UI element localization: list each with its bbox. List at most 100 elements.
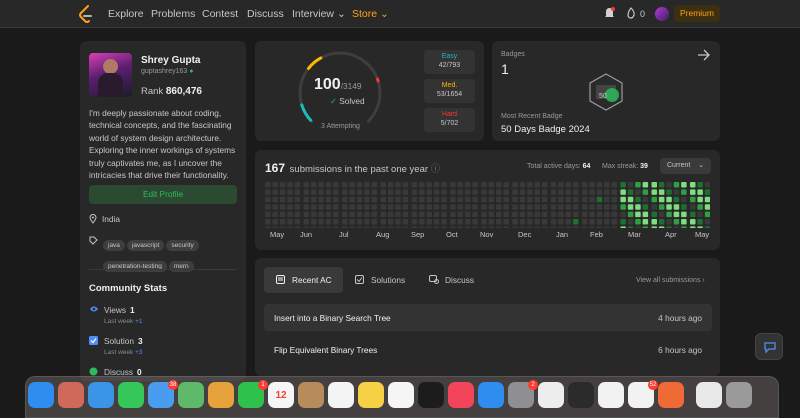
heatmap-cell[interactable] xyxy=(519,211,526,218)
heatmap-cell[interactable] xyxy=(573,189,579,195)
dock-app-trash[interactable] xyxy=(726,382,752,408)
heatmap-cell[interactable] xyxy=(349,182,355,188)
heatmap-cell[interactable] xyxy=(364,226,370,228)
heatmap-cell[interactable] xyxy=(596,211,603,218)
heatmap-cell[interactable] xyxy=(395,182,401,188)
heatmap-cell[interactable] xyxy=(356,204,363,210)
heatmap-cell[interactable] xyxy=(642,211,649,218)
heatmap-cell[interactable] xyxy=(287,211,293,218)
heatmap-cell[interactable] xyxy=(303,196,310,203)
nav-explore[interactable]: Explore xyxy=(108,8,144,20)
heatmap-cell[interactable] xyxy=(496,211,502,218)
heatmap-cell[interactable] xyxy=(287,204,293,210)
heatmap-cell[interactable] xyxy=(565,219,572,225)
heatmap-cell[interactable] xyxy=(395,219,401,225)
heatmap-cell[interactable] xyxy=(527,182,533,188)
heatmap-cell[interactable] xyxy=(658,204,665,210)
heatmap-cell[interactable] xyxy=(673,196,680,203)
heatmap-cell[interactable] xyxy=(519,189,526,195)
heatmap-cell[interactable] xyxy=(294,211,301,218)
heatmap-cell[interactable] xyxy=(658,226,665,228)
heatmap-cell[interactable] xyxy=(503,211,509,218)
heatmap-cell[interactable] xyxy=(303,211,310,218)
heatmap-cell[interactable] xyxy=(333,219,339,225)
heatmap-cell[interactable] xyxy=(512,226,518,228)
heatmap-cell[interactable] xyxy=(534,226,541,228)
heatmap-cell[interactable] xyxy=(627,189,634,195)
heatmap-cell[interactable] xyxy=(620,204,626,210)
heatmap-cell[interactable] xyxy=(356,196,363,203)
heatmap-cell[interactable] xyxy=(472,211,478,218)
heatmap-cell[interactable] xyxy=(611,189,618,195)
heatmap-cell[interactable] xyxy=(380,219,387,225)
heatmap-cell[interactable] xyxy=(464,204,471,210)
heatmap-cell[interactable] xyxy=(349,189,355,195)
heatmap-cell[interactable] xyxy=(481,204,487,210)
heatmap-cell[interactable] xyxy=(503,196,509,203)
heatmap-cell[interactable] xyxy=(481,189,487,195)
heatmap-cell[interactable] xyxy=(333,204,339,210)
nav-discuss[interactable]: Discuss xyxy=(247,8,284,20)
heatmap-cell[interactable] xyxy=(433,182,440,188)
heatmap-cell[interactable] xyxy=(565,226,572,228)
heatmap-cell[interactable] xyxy=(642,182,649,188)
heatmap-cell[interactable] xyxy=(558,196,564,203)
heatmap-cell[interactable] xyxy=(364,211,370,218)
heatmap-cell[interactable] xyxy=(690,219,696,225)
heatmap-cell[interactable] xyxy=(604,182,610,188)
heatmap-cell[interactable] xyxy=(589,219,595,225)
heatmap-cell[interactable] xyxy=(666,219,672,225)
heatmap-cell[interactable] xyxy=(534,211,541,218)
heatmap-cell[interactable] xyxy=(581,182,588,188)
heatmap-cell[interactable] xyxy=(371,211,378,218)
heatmap-cell[interactable] xyxy=(279,226,286,228)
heatmap-cell[interactable] xyxy=(457,226,464,228)
heatmap-cell[interactable] xyxy=(627,196,634,203)
heatmap-cell[interactable] xyxy=(380,211,387,218)
heatmap-cell[interactable] xyxy=(611,196,618,203)
heatmap-cell[interactable] xyxy=(294,204,301,210)
tab-recent-ac[interactable]: Recent AC xyxy=(264,267,343,293)
heatmap-cell[interactable] xyxy=(681,211,687,218)
heatmap-cell[interactable] xyxy=(265,189,271,195)
heatmap-cell[interactable] xyxy=(611,182,618,188)
heatmap-cell[interactable] xyxy=(419,219,425,225)
heatmap-cell[interactable] xyxy=(620,189,626,195)
heatmap-cell[interactable] xyxy=(294,182,301,188)
heatmap-cell[interactable] xyxy=(550,204,557,210)
heatmap-cell[interactable] xyxy=(310,211,317,218)
heatmap-cell[interactable] xyxy=(457,182,464,188)
heatmap-cell[interactable] xyxy=(380,182,387,188)
heatmap-cell[interactable] xyxy=(596,189,603,195)
heatmap-cell[interactable] xyxy=(325,211,332,218)
heatmap-cell[interactable] xyxy=(441,182,447,188)
heatmap-cell[interactable] xyxy=(496,219,502,225)
heatmap-cell[interactable] xyxy=(635,182,641,188)
heatmap-cell[interactable] xyxy=(310,189,317,195)
heatmap-cell[interactable] xyxy=(527,189,533,195)
dock-app-safari[interactable] xyxy=(88,382,114,408)
heatmap-cell[interactable] xyxy=(704,189,710,195)
heatmap-cell[interactable] xyxy=(472,226,478,228)
heatmap-cell[interactable] xyxy=(356,226,363,228)
heatmap-cell[interactable] xyxy=(380,226,387,228)
heatmap-cell[interactable] xyxy=(356,182,363,188)
leetcode-logo-icon[interactable] xyxy=(78,5,94,23)
heatmap-cell[interactable] xyxy=(635,204,641,210)
heatmap-cell[interactable] xyxy=(303,204,310,210)
dock-app-freeform[interactable] xyxy=(388,382,414,408)
heatmap-cell[interactable] xyxy=(642,189,649,195)
heatmap-cell[interactable] xyxy=(620,196,626,203)
heatmap-cell[interactable] xyxy=(658,219,665,225)
heatmap-cell[interactable] xyxy=(272,211,278,218)
heatmap-cell[interactable] xyxy=(294,219,301,225)
heatmap-cell[interactable] xyxy=(450,211,456,218)
heatmap-cell[interactable] xyxy=(318,226,324,228)
heatmap-cell[interactable] xyxy=(611,219,618,225)
heatmap-cell[interactable] xyxy=(279,204,286,210)
heatmap-cell[interactable] xyxy=(464,211,471,218)
heatmap-cell[interactable] xyxy=(450,219,456,225)
heatmap-cell[interactable] xyxy=(589,189,595,195)
heatmap-cell[interactable] xyxy=(433,226,440,228)
heatmap-cell[interactable] xyxy=(604,211,610,218)
